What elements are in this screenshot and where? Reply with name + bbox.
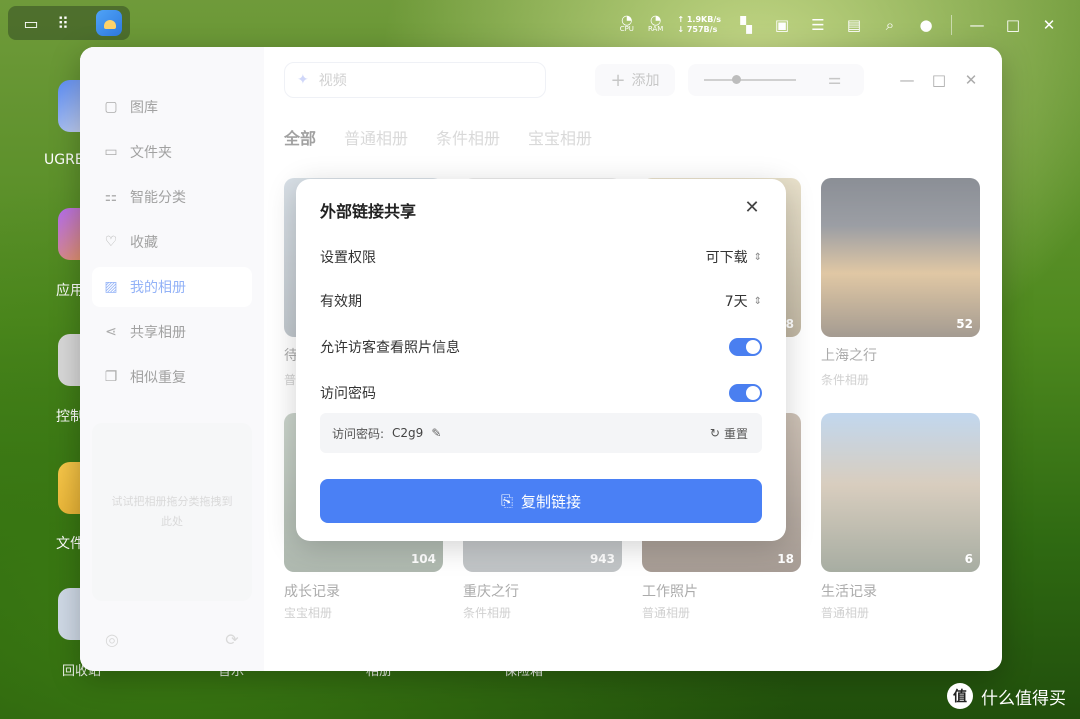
refresh-icon: ↻ [709,426,720,440]
tasks-icon[interactable]: ☰ [807,14,829,36]
taskbar: ▭ ⠿ ◔ CPU ◔ RAM ↑ 1.9KB/s ↓ 757B/s ▚ ▣ ☰ ▤… [0,0,1080,48]
password-value: C2g9 [392,426,424,440]
monitor-icon[interactable]: ▣ [771,14,793,36]
cpu-label: CPU [619,25,634,33]
taskbar-left-group: ▭ ⠿ [8,6,130,40]
message-icon[interactable]: ▤ [843,14,865,36]
taskbar-tray: ◔ CPU ◔ RAM ↑ 1.9KB/s ↓ 757B/s ▚ ▣ ☰ ▤ ⌕ ●… [620,12,1060,38]
chevron-updown-icon: ⇕ [753,295,762,307]
permission-value: 可下载 [705,250,748,266]
gauge-icon: ◔ [621,13,633,28]
allow-info-label: 允许访客查看照片信息 [320,340,460,356]
photos-app-icon[interactable] [92,6,126,40]
password-prefix: 访问密码: [332,426,385,441]
cpu-meter: ◔ CPU [619,13,634,33]
toggle-knob [746,340,760,354]
reset-label: 重置 [723,426,748,441]
toggle-knob [746,386,760,400]
external-link-share-dialog: 外部链接共享 ✕ 设置权限 可下载 ⇕ 有效期 7天 ⇕ 允许访客查看照片信息 访问… [296,179,786,541]
permission-label: 设置权限 [320,250,376,266]
desktop-app-label: UGRE [44,152,84,168]
watermark: 值 什么值得买 [947,683,1066,709]
chevron-updown-icon: ⇕ [753,251,762,263]
permission-select[interactable]: 可下载 ⇕ [706,247,762,267]
permission-row: 设置权限 可下载 ⇕ [320,245,762,269]
maximize-icon[interactable]: □ [1002,14,1024,36]
ram-label: RAM [647,25,664,33]
dialog-title: 外部链接共享 [320,202,417,221]
desktop-icon[interactable]: ▭ [14,6,48,40]
download-speed: ↓ 757B/s [677,25,718,34]
ram-meter: ◔ RAM [647,13,664,33]
copy-link-label: 复制链接 [521,492,582,511]
minimize-icon[interactable]: — [966,14,988,36]
gauge-icon: ◔ [649,13,662,28]
watermark-text: 什么值得买 [981,688,1066,709]
link-icon: ⎘ [500,492,513,510]
copy-link-button[interactable]: ⎘ 复制链接 [320,479,762,523]
password-toggle[interactable] [729,384,762,402]
validity-label: 有效期 [320,294,362,310]
allow-info-toggle[interactable] [729,338,762,356]
password-row: 访问密码 [320,381,762,405]
network-speed: ↑ 1.9KB/s ↓ 757B/s [677,15,721,35]
close-icon[interactable]: ✕ [1038,14,1060,36]
search-icon[interactable]: ⌕ [879,14,901,36]
divider [951,15,952,35]
reset-button[interactable]: ↻ 重置 [710,425,748,442]
apps-grid-icon[interactable]: ⠿ [46,6,80,40]
widgets-icon[interactable]: ▚ [735,14,757,36]
validity-row: 有效期 7天 ⇕ [320,289,762,313]
password-label: 访问密码 [320,386,376,402]
validity-value: 7天 [724,294,748,310]
allow-info-row: 允许访客查看照片信息 [320,335,762,359]
password-box: 访问密码: C2g9 ✎ ↻ 重置 [320,413,762,453]
validity-select[interactable]: 7天 ⇕ [725,291,762,311]
user-icon[interactable]: ● [915,14,937,36]
watermark-logo-icon: 值 [947,683,973,709]
edit-icon[interactable]: ✎ [431,426,441,440]
upload-speed: ↑ 1.9KB/s [677,15,721,24]
close-icon[interactable]: ✕ [742,197,762,218]
